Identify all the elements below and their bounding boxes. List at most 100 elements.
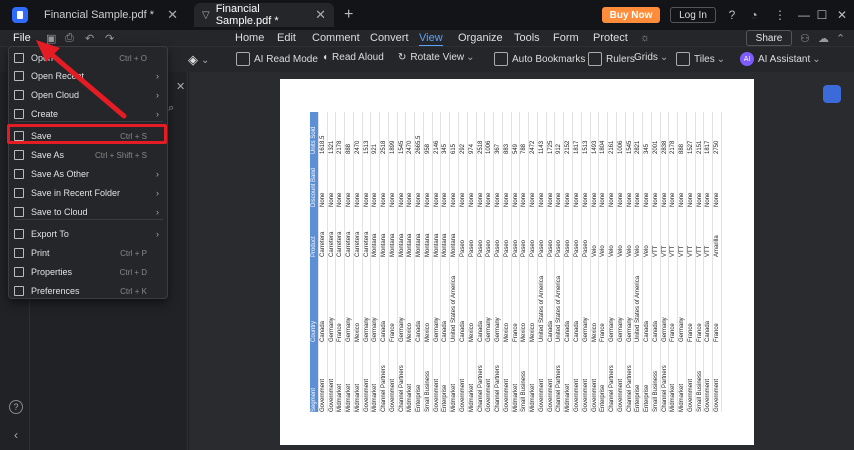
file-menu-item-preferences[interactable]: Preferences Ctrl + K (9, 282, 167, 300)
tiles-button[interactable]: Tiles ⌄ (676, 52, 725, 66)
table-cell: France (714, 323, 721, 342)
rulers-button[interactable]: Rulers (588, 52, 635, 66)
table-cell: Canada (573, 320, 580, 342)
grids-button[interactable]: Grids ⌄ (634, 52, 668, 63)
minimize-icon[interactable]: — (796, 7, 812, 23)
table-cell: Paseo (556, 239, 563, 257)
connect-icon[interactable]: ⚇ (800, 32, 810, 45)
close-icon[interactable]: ✕ (315, 7, 326, 23)
open-icon (14, 53, 24, 63)
menu-form[interactable]: Form (553, 32, 579, 44)
submenu-arrow-icon: › (156, 169, 159, 179)
table-cell: None (652, 192, 659, 207)
table-cell: 1006 (617, 140, 624, 154)
notification-icon[interactable]: ◔ (746, 7, 762, 23)
table-cell: Germany (433, 317, 440, 342)
side-panel-toggle-icon[interactable] (823, 85, 841, 103)
menu-comment[interactable]: Comment (312, 32, 360, 44)
table-row: Enterprise Canada Montana None 2665.5 (415, 112, 424, 412)
table-cell: Midmarket (670, 383, 677, 412)
table-row: Government Germany Carretera None 1321 (328, 112, 337, 412)
table-cell: VTT (670, 245, 677, 257)
menu-tools[interactable]: Tools (514, 32, 540, 44)
table-cell: None (573, 192, 580, 207)
table-cell: Velo (617, 245, 624, 257)
table-cell: Enterprise (644, 384, 651, 412)
table-cell: 1321 (328, 140, 335, 154)
menu-home[interactable]: Home (235, 32, 264, 44)
file-menu-item-export-to[interactable]: Export To › (9, 225, 167, 243)
collapse-icon[interactable]: ⌃ (836, 32, 845, 45)
help-icon[interactable]: ? (724, 7, 740, 23)
lightbulb-icon[interactable]: ☼ (640, 32, 650, 44)
ai-read-mode-button[interactable]: AI Read Mode (236, 52, 318, 66)
table-cell: Enterprise (416, 384, 423, 412)
tiles-label: Tiles (694, 53, 715, 65)
menu-view[interactable]: View (419, 32, 443, 47)
table-cell: None (521, 192, 528, 207)
file-menu-item-save-as-other[interactable]: Save As Other › (9, 165, 167, 183)
file-menu-label: Save As (31, 150, 65, 160)
file-menu-item-open-cloud[interactable]: Open Cloud › (9, 86, 167, 104)
login-button[interactable]: Log In (670, 7, 716, 23)
collapse-left-icon[interactable]: ‹ (9, 428, 23, 442)
table-cell: None (661, 192, 668, 207)
print-icon[interactable]: ⎙ (65, 32, 74, 45)
more-icon[interactable]: ⋮ (772, 7, 788, 23)
close-window-icon[interactable]: ✕ (834, 7, 850, 23)
file-menu-item-print[interactable]: Print Ctrl + P (9, 244, 167, 262)
tab-document-1[interactable]: Financial Sample.pdf * ✕ (36, 3, 186, 27)
buy-now-button[interactable]: Buy Now (602, 7, 660, 23)
pdf-page[interactable]: Segment Country Product Discount Band Units … (280, 79, 754, 445)
search-icon[interactable]: ⌕ (168, 102, 174, 115)
new-tab-icon[interactable]: + (344, 6, 353, 24)
pdf-file-icon: ▽ (202, 9, 210, 21)
table-cell: None (635, 192, 642, 207)
ai-assistant-button[interactable]: AI AI Assistant ⌄ (740, 52, 821, 66)
table-cell: Germany (486, 317, 493, 342)
table-cell: Paseo (495, 239, 502, 257)
file-menu-item-open[interactable]: Open Ctrl + O (9, 49, 167, 67)
redo-icon[interactable]: ↷ (105, 32, 114, 45)
cloud-upload-icon[interactable]: ☁ (818, 32, 829, 45)
table-row: Midmarket United States of America Montana… (450, 112, 460, 412)
table-row: Midmarket France VTT None 2178 (669, 112, 679, 412)
table-cell: Channel Partners (477, 365, 484, 412)
table-cell: None (609, 192, 616, 207)
grids-label: Grids (634, 52, 658, 63)
table-cell: Government (591, 378, 598, 412)
file-menu-label: Open (31, 53, 54, 63)
undo-icon[interactable]: ↶ (85, 32, 94, 45)
menu-edit[interactable]: Edit (277, 32, 296, 44)
menu-organize[interactable]: Organize (458, 32, 503, 44)
rotate-view-button[interactable]: ↻ Rotate View ⌄ (398, 52, 475, 63)
file-menu-item-open-recent[interactable]: Open Recent › (9, 67, 167, 85)
auto-bookmarks-button[interactable]: Auto Bookmarks (494, 52, 585, 66)
share-button[interactable]: Share (746, 30, 792, 46)
table-cell: None (460, 192, 467, 207)
file-menu-item-save-as[interactable]: Save As Ctrl + Shift + S (9, 146, 167, 164)
table-row: Midmarket Germany VTT None 888 (678, 112, 687, 412)
file-menu-item-save-in-recent-folder[interactable]: Save in Recent Folder › (9, 184, 167, 202)
table-cell: None (451, 192, 458, 207)
table-cell: 1804 (600, 140, 607, 154)
help-icon[interactable]: ? (9, 400, 23, 414)
table-cell: None (381, 192, 388, 207)
read-aloud-button[interactable]: ◖ Read Aloud (322, 52, 384, 63)
table-cell: Channel Partners (495, 365, 502, 412)
tab-document-2[interactable]: ▽ Financial Sample.pdf * ✕ (194, 3, 334, 27)
close-panel-icon[interactable]: ✕ (176, 80, 185, 93)
table-cell: None (556, 192, 563, 207)
table-row: Small Business Mexico Montana None 958 (424, 112, 433, 412)
ai-read-mode-label: AI Read Mode (254, 53, 318, 65)
close-icon[interactable]: ✕ (167, 7, 178, 23)
menu-protect[interactable]: Protect (593, 32, 628, 44)
fill-color-tool[interactable]: ◈ ⌄ (188, 52, 209, 68)
file-menu-item-properties[interactable]: Properties Ctrl + D (9, 263, 167, 281)
file-menu-button[interactable]: File (13, 32, 31, 44)
save-icon[interactable]: ▣ (46, 32, 56, 45)
table-cell: None (626, 192, 633, 207)
table-row: Channel Partners United States of America… (555, 112, 565, 412)
maximize-icon[interactable]: ☐ (814, 7, 830, 23)
menu-convert[interactable]: Convert (370, 32, 409, 44)
